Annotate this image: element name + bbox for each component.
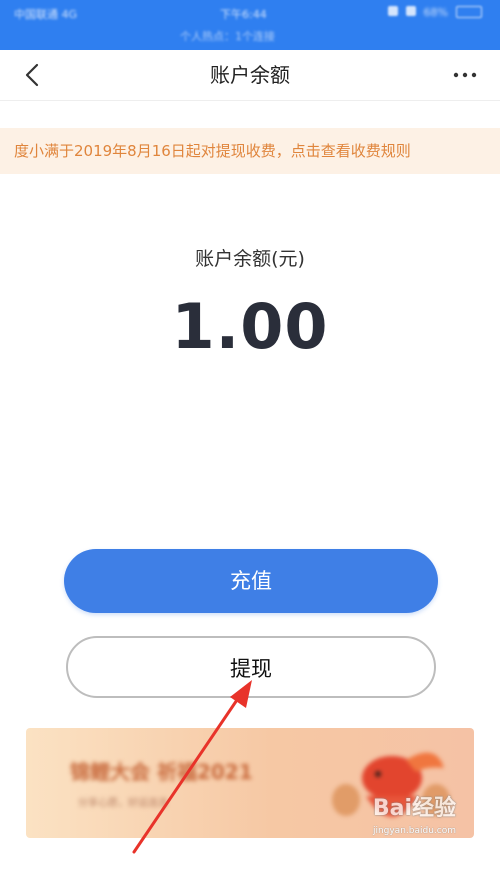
page-title: 账户余额 xyxy=(210,63,290,87)
nav-bar: 账户余额 xyxy=(0,50,500,101)
promo-title: 锦鲤大会 祈福2021 xyxy=(70,760,253,784)
promo-banner[interactable]: 锦鲤大会 祈福2021 分享心愿，好运连连 Bai经验 jingyan.baid… xyxy=(26,728,474,838)
status-bar: 中国联通 4G 下午6:44 个人热点：1个连接 68% xyxy=(0,0,500,50)
location-icon xyxy=(405,6,416,16)
balance-label: 账户余额(元) xyxy=(195,248,305,270)
fee-notice-text: 度小满于2019年8月16日起对提现收费，点击查看收费规则 xyxy=(14,142,411,160)
fee-notice-bar[interactable]: 度小满于2019年8月16日起对提现收费，点击查看收费规则 xyxy=(0,128,500,174)
balance-value: 1.00 xyxy=(171,290,329,363)
battery-icon xyxy=(456,6,482,18)
promo-subtitle: 分享心愿，好运连连 xyxy=(78,798,168,809)
more-horizontal-icon xyxy=(453,72,477,78)
watermark-url: jingyan.baidu.com xyxy=(372,826,456,836)
more-button[interactable] xyxy=(452,66,478,84)
watermark-logo: Bai经验 xyxy=(372,796,456,821)
alarm-icon xyxy=(387,6,398,16)
hotspot-text: 个人热点：1个连接 xyxy=(180,30,275,43)
baidu-jingyan-watermark: Bai经验 xyxy=(373,790,456,822)
withdraw-button[interactable]: 提现 xyxy=(66,636,436,698)
status-icons: 68% xyxy=(387,6,482,19)
chevron-left-icon xyxy=(25,63,39,87)
time-text: 下午6:44 xyxy=(220,8,267,21)
carrier-text: 中国联通 4G xyxy=(14,8,78,21)
recharge-button[interactable]: 充值 xyxy=(64,549,438,613)
koi-fish-icon xyxy=(332,752,450,817)
back-button[interactable] xyxy=(18,60,48,90)
battery-percent: 68% xyxy=(423,6,448,19)
